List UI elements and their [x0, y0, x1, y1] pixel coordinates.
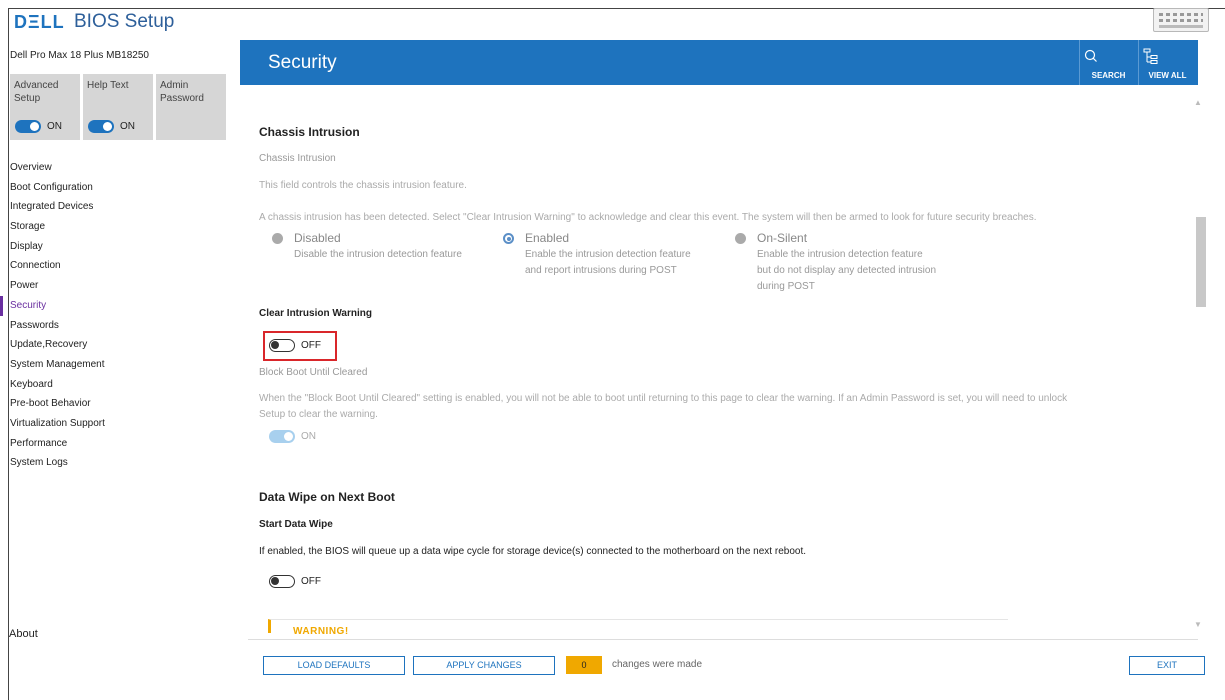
sidebar-item-performance[interactable]: Performance: [0, 434, 236, 454]
intrusion-detected-message: A chassis intrusion has been detected. S…: [259, 212, 1037, 223]
radio-description: Disable the intrusion detection feature: [294, 247, 462, 263]
scrollbar-thumb[interactable]: [1196, 217, 1206, 307]
radio-desc-line: Disable the intrusion detection feature: [294, 249, 462, 260]
block-boot-toggle[interactable]: ON: [269, 430, 316, 443]
dell-logo: DΞLL: [14, 12, 65, 32]
tile-label: Admin Password: [160, 80, 204, 104]
section-title-data-wipe: Data Wipe on Next Boot: [259, 490, 395, 504]
radio-label: Enabled: [525, 231, 570, 245]
search-label: SEARCH: [1091, 71, 1126, 80]
change-count-badge: 0: [566, 656, 602, 674]
radio-desc-line: but do not display any detected intrusio…: [757, 265, 937, 276]
radio-desc-line: Enable the intrusion detection feature: [525, 249, 691, 260]
sidebar-item-system-logs[interactable]: System Logs: [0, 453, 236, 473]
sidebar-item-display[interactable]: Display: [0, 237, 236, 257]
sidebar-item-keyboard[interactable]: Keyboard: [0, 375, 236, 395]
search-button[interactable]: SEARCH: [1079, 40, 1137, 85]
search-icon: [1084, 49, 1097, 62]
sidebar-item-integrated-devices[interactable]: Integrated Devices: [0, 197, 236, 217]
help-text-toggle[interactable]: ON: [88, 120, 135, 133]
sidebar-item-pre-boot-behavior[interactable]: Pre-boot Behavior: [0, 394, 236, 414]
toggle-off-icon: [269, 575, 295, 588]
radio-description: Enable the intrusion detection feature b…: [757, 247, 936, 295]
data-wipe-description: If enabled, the BIOS will queue up a dat…: [259, 546, 806, 557]
load-defaults-button[interactable]: LOAD DEFAULTS: [263, 656, 405, 675]
block-boot-description: When the "Block Boot Until Cleared" sett…: [259, 393, 1068, 404]
radio-icon: [272, 233, 283, 244]
data-wipe-toggle[interactable]: OFF: [269, 575, 321, 588]
sidebar-nav: Overview Boot Configuration Integrated Dev…: [0, 158, 236, 473]
scroll-down-icon[interactable]: ▼: [1194, 620, 1202, 629]
block-boot-description-2: Setup to clear the warning.: [259, 409, 378, 420]
system-model: Dell Pro Max 18 Plus MB18250: [10, 50, 149, 61]
exit-button[interactable]: EXIT: [1129, 656, 1205, 675]
setting-title-chassis: Chassis Intrusion: [259, 153, 336, 164]
sidebar-item-connection[interactable]: Connection: [0, 256, 236, 276]
keyboard-icon[interactable]: [1153, 8, 1209, 32]
section-title-chassis: Chassis Intrusion: [259, 125, 360, 139]
admin-password-tile[interactable]: Admin Password: [156, 74, 226, 140]
advanced-setup-toggle[interactable]: ON: [15, 120, 62, 133]
toggle-on-icon: [269, 430, 295, 443]
setting-title-clear-warning: Clear Intrusion Warning: [259, 308, 372, 319]
toggle-on-icon: [15, 120, 41, 133]
radio-desc-line: and report intrusions during POST: [525, 265, 677, 276]
radio-desc-line: Enable the intrusion detection feature: [757, 249, 923, 260]
tile-label: Help Text: [87, 80, 129, 91]
sidebar-item-system-management[interactable]: System Management: [0, 355, 236, 375]
toggle-state: ON: [301, 431, 316, 442]
advanced-setup-tile[interactable]: Advanced Setup ON: [10, 74, 80, 140]
sidebar-item-update-recovery[interactable]: Update,Recovery: [0, 335, 236, 355]
toggle-state: ON: [120, 121, 135, 132]
radio-label: On-Silent: [757, 231, 808, 245]
help-text-tile[interactable]: Help Text ON: [83, 74, 153, 140]
sidebar-item-passwords[interactable]: Passwords: [0, 316, 236, 336]
apply-changes-button[interactable]: APPLY CHANGES: [413, 656, 555, 675]
setting-title-block-boot: Block Boot Until Cleared: [259, 367, 368, 378]
sidebar-item-virtualization-support[interactable]: Virtualization Support: [0, 414, 236, 434]
page-banner: Security SEARCH VIEW ALL: [240, 40, 1198, 85]
radio-selected-icon: [503, 233, 514, 244]
radio-desc-line: during POST: [757, 281, 815, 292]
warning-callout: WARNING!: [268, 619, 1008, 637]
toggle-on-icon: [88, 120, 114, 133]
radio-icon: [735, 233, 746, 244]
settings-content: Chassis Intrusion Chassis Intrusion This…: [240, 88, 1198, 631]
changes-text: changes were made: [612, 659, 703, 670]
toggle-state: ON: [47, 121, 62, 132]
tree-list-icon: [1143, 48, 1158, 64]
scroll-up-icon[interactable]: ▲: [1194, 98, 1202, 107]
sidebar-item-about[interactable]: About: [9, 628, 38, 640]
sidebar-item-storage[interactable]: Storage: [0, 217, 236, 237]
warning-label: WARNING!: [293, 626, 349, 637]
sidebar-item-overview[interactable]: Overview: [0, 158, 236, 178]
setting-title-data-wipe: Start Data Wipe: [259, 519, 333, 530]
tile-label: Advanced Setup: [14, 80, 59, 104]
chassis-description: This field controls the chassis intrusio…: [259, 180, 467, 191]
quick-settings: Advanced Setup ON Help Text ON Admin Pas…: [10, 74, 226, 140]
app-title: BIOS Setup: [74, 11, 175, 32]
radio-label: Disabled: [294, 231, 341, 245]
view-all-label: VIEW ALL: [1148, 71, 1187, 80]
radio-description: Enable the intrusion detection feature a…: [525, 247, 691, 279]
toggle-state: OFF: [301, 576, 321, 587]
page-title: Security: [268, 52, 337, 73]
view-all-button[interactable]: VIEW ALL: [1138, 40, 1196, 85]
sidebar-item-security[interactable]: Security: [0, 295, 236, 316]
footer-divider: [248, 639, 1198, 640]
sidebar-item-power[interactable]: Power: [0, 276, 236, 296]
highlight-box: [263, 331, 337, 361]
sidebar-item-boot-configuration[interactable]: Boot Configuration: [0, 178, 236, 198]
